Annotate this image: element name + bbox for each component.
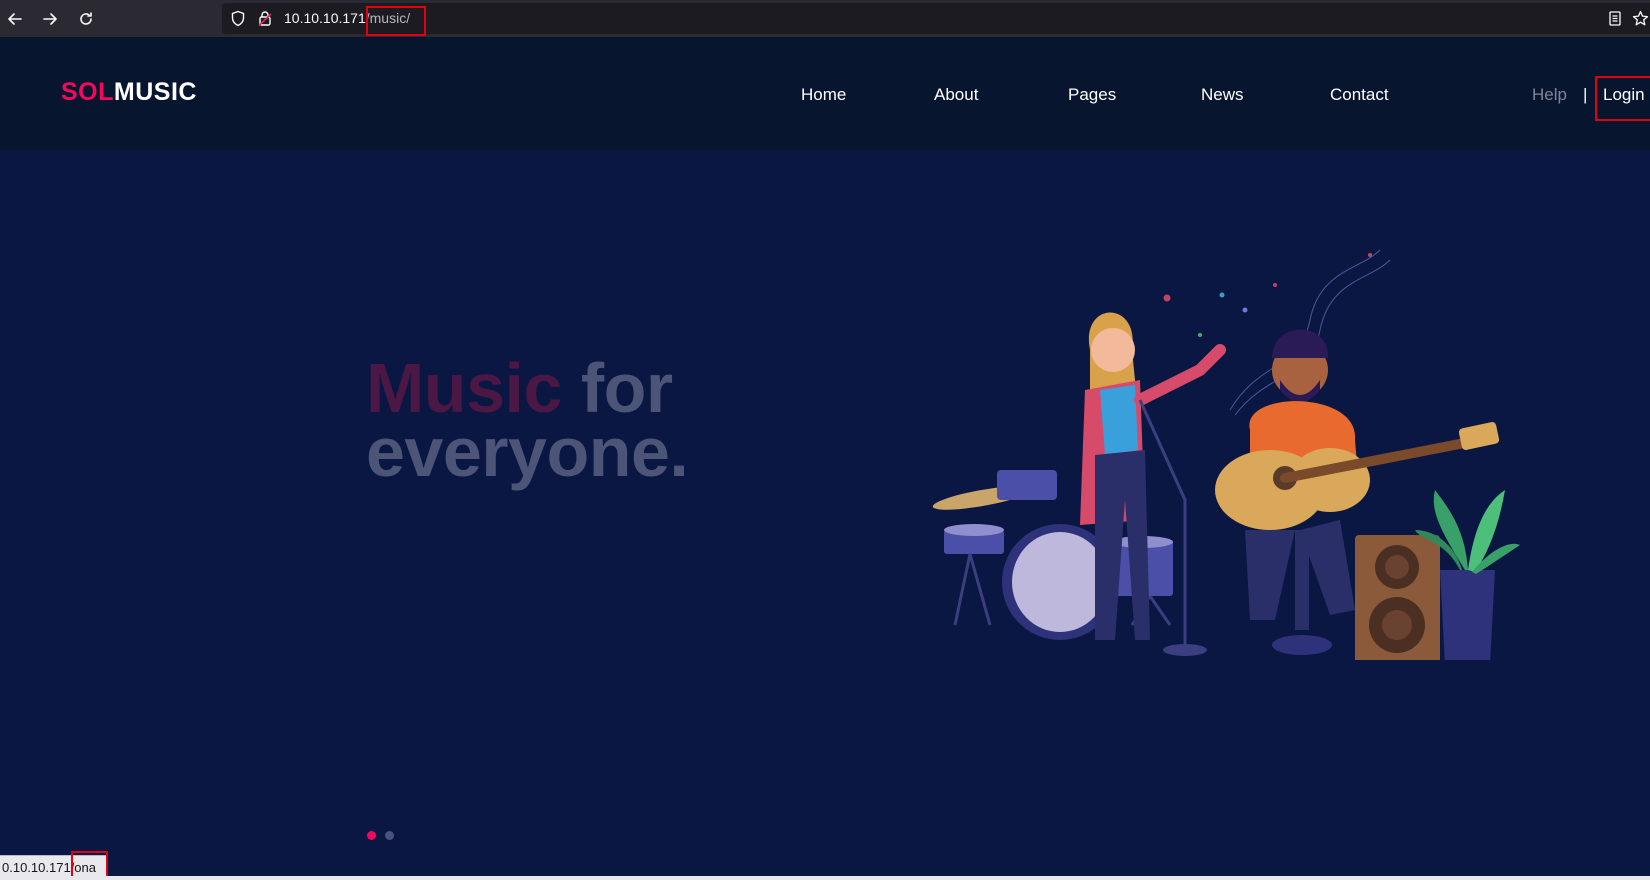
site-header: SOLMUSIC Home About Pages News Contact H… (0, 37, 1650, 150)
url-bar[interactable]: 10.10.10.171/music/ (222, 3, 1650, 34)
login-link[interactable]: Login (1603, 85, 1645, 105)
nav-home[interactable]: Home (801, 85, 846, 105)
help-link[interactable]: Help (1532, 85, 1567, 105)
hero-title: Music for everyone. (366, 353, 689, 487)
logo-music: MUSIC (113, 78, 197, 106)
logo-sol: SOL (61, 78, 114, 106)
url-text[interactable]: 10.10.10.171/music/ (284, 10, 410, 26)
hero-title-line2: everyone. (366, 413, 689, 491)
browser-toolbar: 10.10.10.171/music/ (0, 0, 1650, 37)
back-arrow-icon[interactable] (3, 7, 27, 31)
slider-dots (367, 831, 394, 840)
reader-mode-icon[interactable] (1608, 10, 1622, 31)
nav-separator: | (1583, 85, 1588, 104)
lock-icon[interactable] (258, 10, 272, 31)
status-host: 0.10.10.171 (2, 860, 71, 875)
url-path: /music/ (365, 10, 411, 26)
forward-arrow-icon[interactable] (38, 7, 62, 31)
slider-dot-2[interactable] (385, 831, 394, 840)
reload-icon[interactable] (74, 7, 98, 31)
slider-dot-1[interactable] (367, 831, 376, 840)
nav-news[interactable]: News (1201, 85, 1244, 105)
nav-about[interactable]: About (934, 85, 978, 105)
bookmark-star-icon[interactable] (1632, 10, 1649, 31)
status-path: /ona (70, 860, 96, 875)
nav-pages[interactable]: Pages (1068, 85, 1116, 105)
site-logo[interactable]: SOLMUSIC (61, 78, 197, 107)
band-illustration (932, 249, 1520, 660)
bottom-edge (0, 876, 1650, 880)
hero-slider: Music for everyone. (0, 150, 1650, 875)
nav-contact[interactable]: Contact (1330, 85, 1389, 105)
link-status-bar: 0.10.10.171/ona (0, 855, 108, 878)
shield-icon[interactable] (230, 10, 246, 31)
url-host: 10.10.10.171 (284, 10, 366, 26)
